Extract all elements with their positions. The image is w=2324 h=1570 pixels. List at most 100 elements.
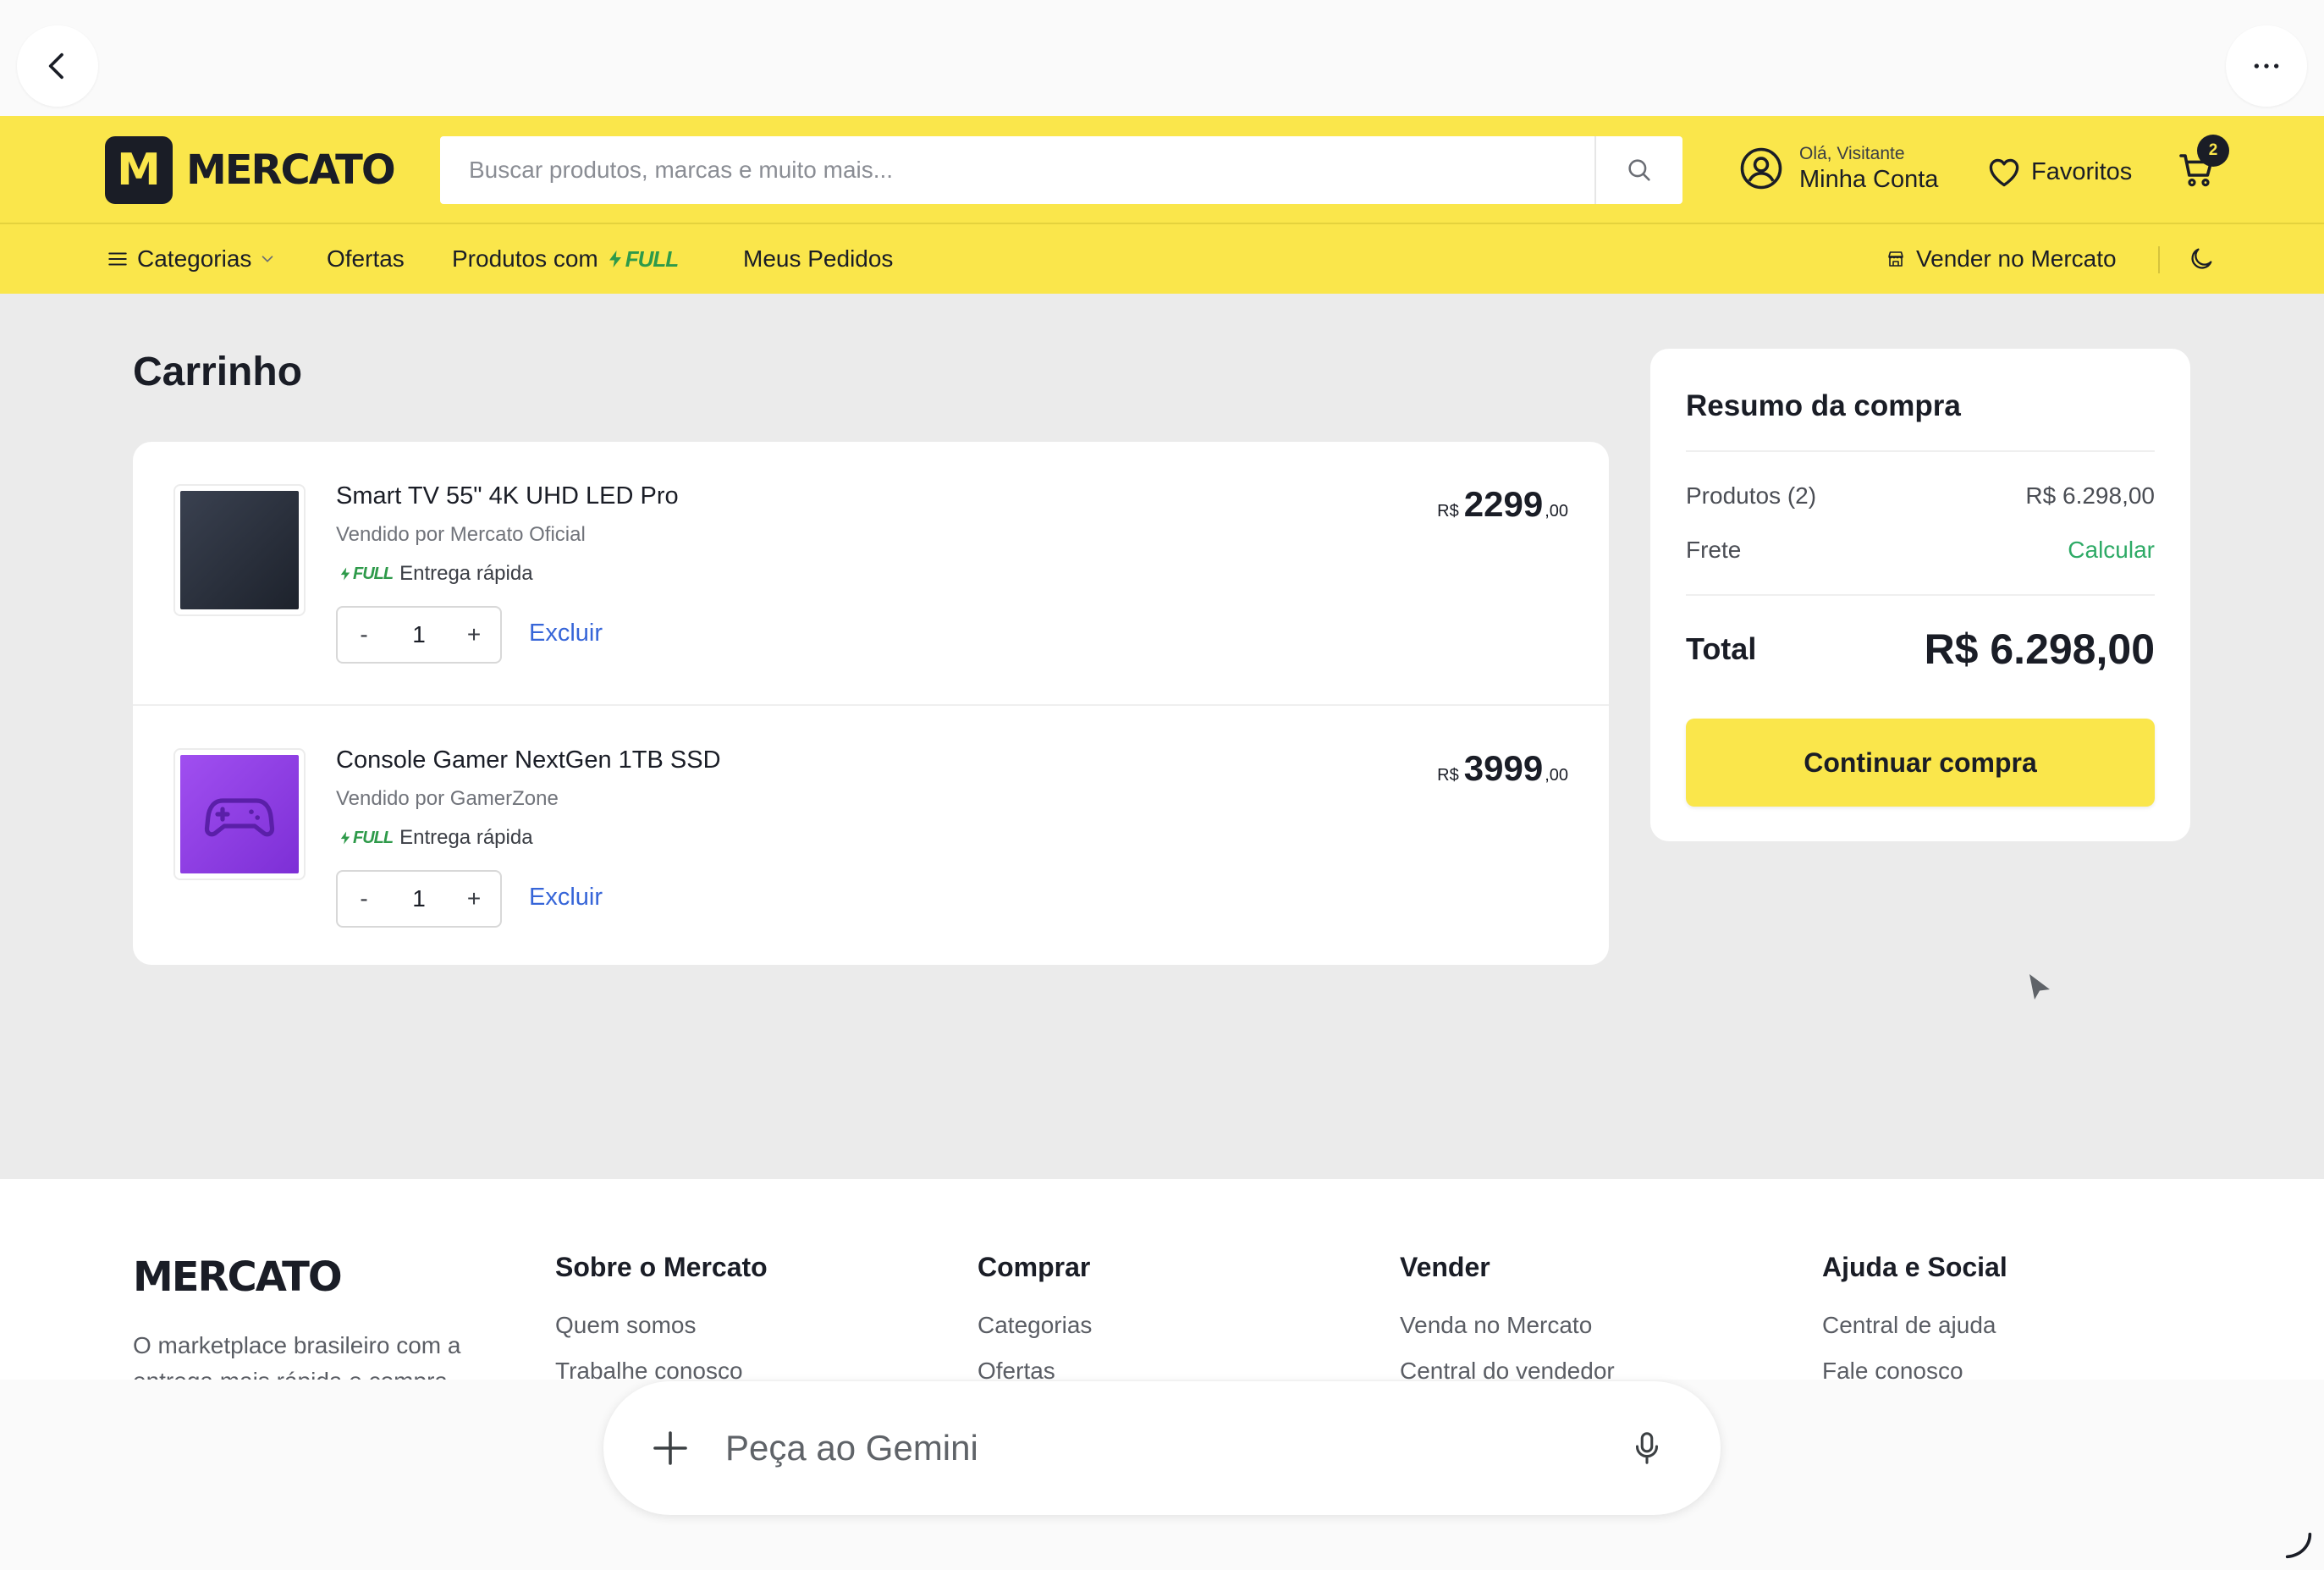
footer-link[interactable]: Central de ajuda xyxy=(1822,1312,2007,1339)
product-seller: Vendido por GamerZone xyxy=(336,787,559,810)
products-value: R$ 6.298,00 xyxy=(2025,482,2155,509)
price-currency: R$ xyxy=(1437,766,1459,785)
full-products-link[interactable]: Produtos com FULL xyxy=(452,224,679,294)
my-orders-link[interactable]: Meus Pedidos xyxy=(743,224,893,294)
increment-button[interactable]: + xyxy=(448,885,500,912)
cart-items-card: Smart TV 55" 4K UHD LED Pro Vendido por … xyxy=(133,442,1609,965)
search-button[interactable] xyxy=(1594,136,1682,204)
mouse-cursor-icon xyxy=(2029,974,2050,1000)
search-input[interactable] xyxy=(440,136,1594,204)
delivery-label: Entrega rápida xyxy=(399,826,533,849)
summary-products-row: Produtos (2) R$ 6.298,00 xyxy=(1686,482,2155,510)
divider xyxy=(1686,594,2155,596)
sell-link[interactable]: Vender no Mercato xyxy=(1886,224,2117,294)
logo-mark: M xyxy=(105,136,173,204)
footer-link[interactable]: Quem somos xyxy=(555,1312,768,1339)
price-integer: 3999 xyxy=(1463,748,1544,788)
footer-column-buy: Comprar Categorias Ofertas xyxy=(978,1252,1092,1385)
quantity-value[interactable]: 1 xyxy=(390,885,448,912)
decrement-button[interactable]: - xyxy=(338,621,390,648)
tv-icon xyxy=(180,491,299,609)
category-nav: Categorias Ofertas Produtos com FULL Meu… xyxy=(0,224,2324,294)
moon-icon xyxy=(2191,248,2212,269)
calculate-shipping-link[interactable]: Calcular xyxy=(2068,537,2155,564)
microphone-icon[interactable] xyxy=(1627,1429,1666,1468)
cart-item: Smart TV 55" 4K UHD LED Pro Vendido por … xyxy=(133,442,1609,704)
cart-button[interactable]: 2 xyxy=(2177,135,2229,197)
footer-column-about: Sobre o Mercato Quem somos Trabalhe cono… xyxy=(555,1252,768,1385)
cart-item: Console Gamer NextGen 1TB SSD Vendido po… xyxy=(133,704,1609,967)
user-icon xyxy=(1740,147,1782,190)
remove-item-link[interactable]: Excluir xyxy=(529,620,603,647)
footer-column-title: Ajuda e Social xyxy=(1822,1252,2007,1282)
site-logo[interactable]: M MERCATO xyxy=(105,136,396,204)
browser-top-bar xyxy=(0,0,2324,116)
cart-count-badge: 2 xyxy=(2197,135,2229,167)
continue-purchase-button[interactable]: Continuar compra xyxy=(1686,719,2155,807)
categories-label: Categorias xyxy=(137,245,252,272)
footer-column-title: Comprar xyxy=(978,1252,1091,1282)
product-thumbnail[interactable] xyxy=(173,484,306,616)
price-currency: R$ xyxy=(1437,502,1459,521)
gamepad-icon xyxy=(180,755,299,873)
remove-item-link[interactable]: Excluir xyxy=(529,884,603,912)
store-icon xyxy=(1888,251,1903,267)
summary-title: Resumo da compra xyxy=(1686,389,1961,422)
full-badge-text: FULL xyxy=(353,564,394,583)
search-icon xyxy=(1628,159,1650,181)
offers-link[interactable]: Ofertas xyxy=(327,224,405,294)
lightning-icon xyxy=(340,831,350,845)
total-label: Total xyxy=(1686,631,1757,666)
site-header: M MERCATO Olá, Visitante Minha Conta Fav… xyxy=(0,116,2324,224)
footer-column-sell: Vender Venda no Mercato Central do vende… xyxy=(1400,1252,1615,1385)
footer-logo[interactable]: MERCATO xyxy=(133,1253,343,1301)
favorites-link[interactable]: Favoritos xyxy=(1985,153,2132,190)
full-badge-text: FULL xyxy=(353,828,394,847)
divider xyxy=(1686,450,2155,452)
delivery-info: FULL Entrega rápida xyxy=(336,826,533,850)
heart-icon xyxy=(1989,158,2019,187)
theme-toggle[interactable] xyxy=(2187,224,2216,294)
summary-total-row: Total R$ 6.298,00 xyxy=(1686,625,2155,674)
account-menu[interactable]: Olá, Visitante Minha Conta xyxy=(1738,145,1938,192)
item-price: R$ 2299 ,00 xyxy=(1437,484,1568,525)
footer-link[interactable]: Venda no Mercato xyxy=(1400,1312,1615,1339)
footer-link[interactable]: Categorias xyxy=(978,1312,1092,1339)
account-greeting: Olá, Visitante xyxy=(1799,144,1905,163)
my-orders-label: Meus Pedidos xyxy=(743,245,894,272)
delivery-info: FULL Entrega rápida xyxy=(336,562,533,586)
nav-divider xyxy=(2158,246,2160,273)
product-thumbnail[interactable] xyxy=(173,748,306,880)
increment-button[interactable]: + xyxy=(448,621,500,648)
item-price: R$ 3999 ,00 xyxy=(1437,748,1568,789)
loading-spinner-icon xyxy=(2285,1532,2312,1559)
footer-column-help: Ajuda e Social Central de ajuda Fale con… xyxy=(1822,1252,2007,1385)
more-options-button[interactable] xyxy=(2226,25,2307,107)
categories-menu[interactable]: Categorias xyxy=(107,224,277,294)
footer-column-title: Sobre o Mercato xyxy=(555,1252,768,1282)
gemini-prompt-bar[interactable]: Peça ao Gemini xyxy=(603,1381,1721,1515)
chevron-down-icon xyxy=(262,256,273,262)
order-summary-card: Resumo da compra Produtos (2) R$ 6.298,0… xyxy=(1650,349,2190,841)
back-button[interactable] xyxy=(17,25,98,107)
quantity-stepper: - 1 + xyxy=(336,606,502,664)
account-label: Minha Conta xyxy=(1799,166,1939,193)
quantity-value[interactable]: 1 xyxy=(390,621,448,648)
price-cents: ,00 xyxy=(1545,502,1568,521)
product-name[interactable]: Console Gamer NextGen 1TB SSD xyxy=(336,746,721,774)
summary-shipping-row: Frete Calcular xyxy=(1686,537,2155,564)
full-badge-text: FULL xyxy=(625,245,679,272)
full-badge: FULL xyxy=(338,828,394,848)
products-label: Produtos (2) xyxy=(1686,482,1817,509)
delivery-label: Entrega rápida xyxy=(399,562,533,585)
plus-icon[interactable] xyxy=(647,1425,693,1471)
product-name[interactable]: Smart TV 55" 4K UHD LED Pro xyxy=(336,482,679,510)
price-integer: 2299 xyxy=(1463,484,1544,524)
search-bar xyxy=(440,136,1682,204)
full-badge: FULL xyxy=(605,245,679,273)
full-badge: FULL xyxy=(338,564,394,584)
decrement-button[interactable]: - xyxy=(338,885,390,912)
price-cents: ,00 xyxy=(1545,766,1568,785)
gemini-input-placeholder[interactable]: Peça ao Gemini xyxy=(725,1428,978,1468)
lightning-icon xyxy=(340,567,350,581)
